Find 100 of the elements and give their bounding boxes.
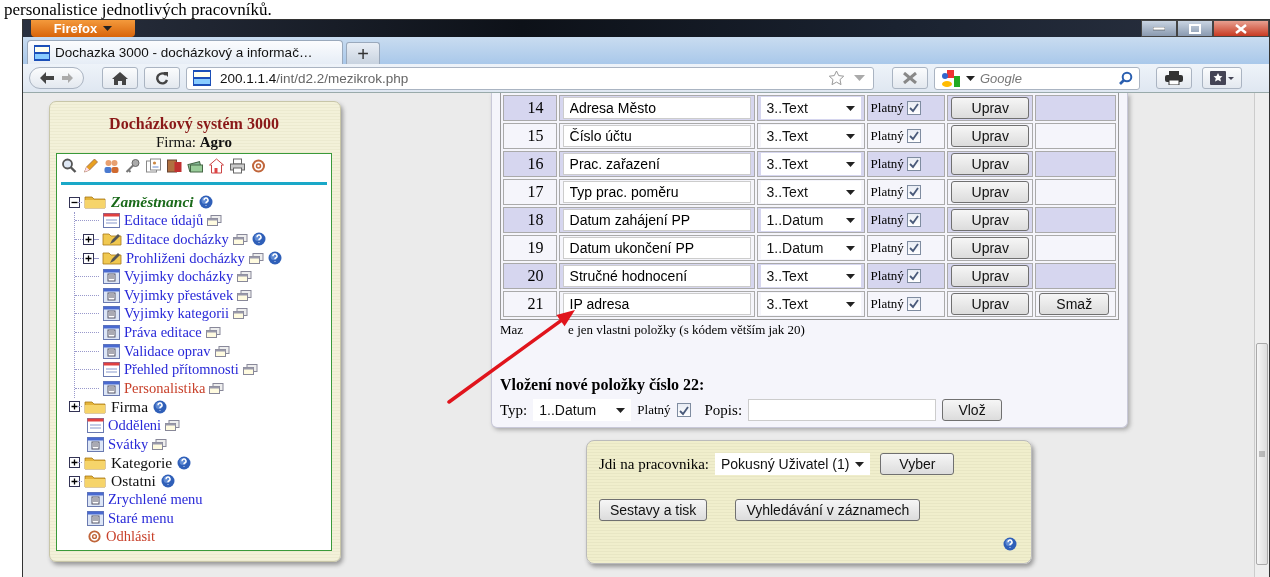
search-icon[interactable] bbox=[61, 158, 78, 174]
type-dropdown[interactable]: 3..Text bbox=[760, 293, 861, 315]
expand-toggle-icon[interactable] bbox=[69, 401, 80, 413]
print-button[interactable] bbox=[1156, 67, 1192, 89]
help-icon[interactable] bbox=[198, 195, 213, 210]
action-button[interactable]: Sestavy a tisk bbox=[599, 499, 708, 521]
menu-folder[interactable]: Ostatni bbox=[111, 472, 156, 491]
type-dropdown[interactable]: 1..Datum bbox=[533, 399, 632, 421]
menu-folder[interactable]: Zaměstnanci bbox=[111, 193, 194, 212]
logout-spiral-icon[interactable] bbox=[250, 158, 267, 174]
new-window-icon[interactable] bbox=[209, 382, 225, 394]
new-window-icon[interactable] bbox=[248, 252, 264, 264]
name-field[interactable]: Adresa Město bbox=[562, 97, 751, 119]
type-dropdown[interactable]: 3..Text bbox=[760, 265, 861, 287]
menu-link[interactable]: Svátky bbox=[108, 435, 149, 453]
checkbox[interactable] bbox=[907, 157, 922, 171]
help-icon[interactable] bbox=[160, 474, 175, 489]
menu-folder[interactable]: Kategorie bbox=[111, 453, 173, 472]
house-icon[interactable] bbox=[208, 158, 225, 174]
key-icon[interactable] bbox=[124, 158, 141, 174]
book-icon[interactable] bbox=[166, 158, 183, 174]
menu-link[interactable]: Personalistika bbox=[124, 379, 206, 397]
checkbox[interactable] bbox=[907, 241, 922, 255]
stop-button[interactable] bbox=[892, 67, 928, 89]
checkbox[interactable] bbox=[676, 403, 691, 417]
edit-button[interactable]: Uprav bbox=[951, 293, 1030, 315]
new-window-icon[interactable] bbox=[233, 308, 249, 320]
close-button[interactable] bbox=[1213, 20, 1269, 37]
checkbox[interactable] bbox=[907, 129, 922, 143]
menu-link[interactable]: Vyjimky přestávek bbox=[124, 286, 234, 304]
description-field[interactable] bbox=[748, 399, 937, 421]
menu-link[interactable]: Odděleni bbox=[108, 416, 162, 434]
logout-link[interactable]: Odhlásit bbox=[106, 528, 156, 546]
new-window-icon[interactable] bbox=[207, 215, 223, 227]
name-field[interactable]: Stručné hodnocení bbox=[562, 265, 751, 287]
expand-toggle-icon[interactable] bbox=[69, 475, 80, 487]
menu-link[interactable]: Zrychlené menu bbox=[108, 491, 203, 509]
delete-button[interactable]: Smaž bbox=[1039, 293, 1110, 315]
menu-link[interactable]: Editace údajů bbox=[124, 212, 204, 230]
name-field[interactable]: Typ prac. poměru bbox=[562, 181, 751, 203]
new-window-icon[interactable] bbox=[237, 289, 253, 301]
menu-link[interactable]: Vyjimky docházky bbox=[124, 268, 234, 286]
checkbox[interactable] bbox=[907, 101, 922, 115]
edit-button[interactable]: Uprav bbox=[951, 237, 1030, 259]
type-dropdown[interactable]: 1..Datum bbox=[760, 209, 861, 231]
help-icon[interactable] bbox=[1003, 537, 1017, 551]
menu-link[interactable]: Práva editace bbox=[124, 323, 202, 341]
edit-button[interactable]: Uprav bbox=[951, 265, 1030, 287]
checkbox[interactable] bbox=[907, 297, 922, 311]
scrollbar-thumb[interactable] bbox=[1256, 343, 1268, 565]
name-field[interactable]: Datum zahájení PP bbox=[562, 209, 751, 231]
type-dropdown[interactable]: 3..Text bbox=[760, 125, 861, 147]
employee-dropdown[interactable]: Pokusný Uživatel (1) bbox=[714, 453, 871, 475]
search-field[interactable]: Google bbox=[934, 66, 1140, 90]
money-icon[interactable] bbox=[187, 158, 204, 174]
new-window-icon[interactable] bbox=[205, 326, 221, 338]
collapse-toggle-icon[interactable] bbox=[69, 196, 80, 208]
name-field[interactable]: Číslo účtu bbox=[562, 125, 751, 147]
new-window-icon[interactable] bbox=[232, 234, 248, 245]
edit-button[interactable]: Uprav bbox=[951, 125, 1030, 147]
people-icon[interactable] bbox=[103, 158, 120, 174]
minimize-button[interactable] bbox=[1141, 20, 1177, 37]
new-window-icon[interactable] bbox=[165, 419, 181, 431]
type-dropdown[interactable]: 3..Text bbox=[760, 153, 861, 175]
menu-link[interactable]: Vyjimky kategorii bbox=[124, 305, 230, 323]
edit-button[interactable]: Uprav bbox=[951, 153, 1030, 175]
insert-button[interactable]: Vlož bbox=[942, 399, 1003, 421]
new-window-icon[interactable] bbox=[152, 438, 168, 450]
select-button[interactable]: Vyber bbox=[880, 453, 955, 475]
home-button[interactable] bbox=[102, 67, 138, 89]
help-icon[interactable] bbox=[177, 455, 192, 470]
new-window-icon[interactable] bbox=[214, 345, 230, 357]
action-button[interactable]: Vyhledávání v záznamech bbox=[735, 499, 921, 521]
edit-button[interactable]: Uprav bbox=[951, 209, 1030, 231]
new-window-icon[interactable] bbox=[242, 364, 258, 376]
menu-link[interactable]: Validace oprav bbox=[124, 342, 211, 360]
checkbox[interactable] bbox=[907, 213, 922, 227]
type-dropdown[interactable]: 1..Datum bbox=[760, 237, 861, 259]
type-dropdown[interactable]: 3..Text bbox=[760, 97, 861, 119]
help-icon[interactable] bbox=[153, 399, 168, 414]
checkbox[interactable] bbox=[907, 269, 922, 283]
reload-button[interactable] bbox=[144, 67, 180, 89]
type-dropdown[interactable]: 3..Text bbox=[760, 181, 861, 203]
search-icon[interactable] bbox=[1119, 71, 1133, 85]
browser-tab[interactable]: Dochazka 3000 - docházkový a informač… bbox=[27, 40, 343, 64]
edit-button[interactable]: Uprav bbox=[951, 97, 1030, 119]
new-tab-button[interactable]: + bbox=[346, 42, 380, 64]
name-field[interactable]: Datum ukončení PP bbox=[562, 237, 751, 259]
name-field[interactable]: Prac. zařazení bbox=[562, 153, 751, 175]
menu-link[interactable]: Přehled přítomnosti bbox=[124, 361, 239, 379]
menu-link[interactable]: Prohliženi docházky bbox=[126, 249, 245, 267]
bookmark-star-icon[interactable] bbox=[828, 70, 845, 86]
name-field[interactable]: IP adresa bbox=[562, 293, 751, 315]
printer-icon[interactable] bbox=[229, 158, 246, 174]
help-icon[interactable] bbox=[251, 232, 266, 247]
new-window-icon[interactable] bbox=[237, 271, 253, 283]
checkbox[interactable] bbox=[907, 185, 922, 199]
menu-folder[interactable]: Firma bbox=[111, 397, 149, 416]
expand-toggle-icon[interactable] bbox=[83, 234, 94, 245]
menu-link[interactable]: Staré menu bbox=[108, 509, 174, 527]
